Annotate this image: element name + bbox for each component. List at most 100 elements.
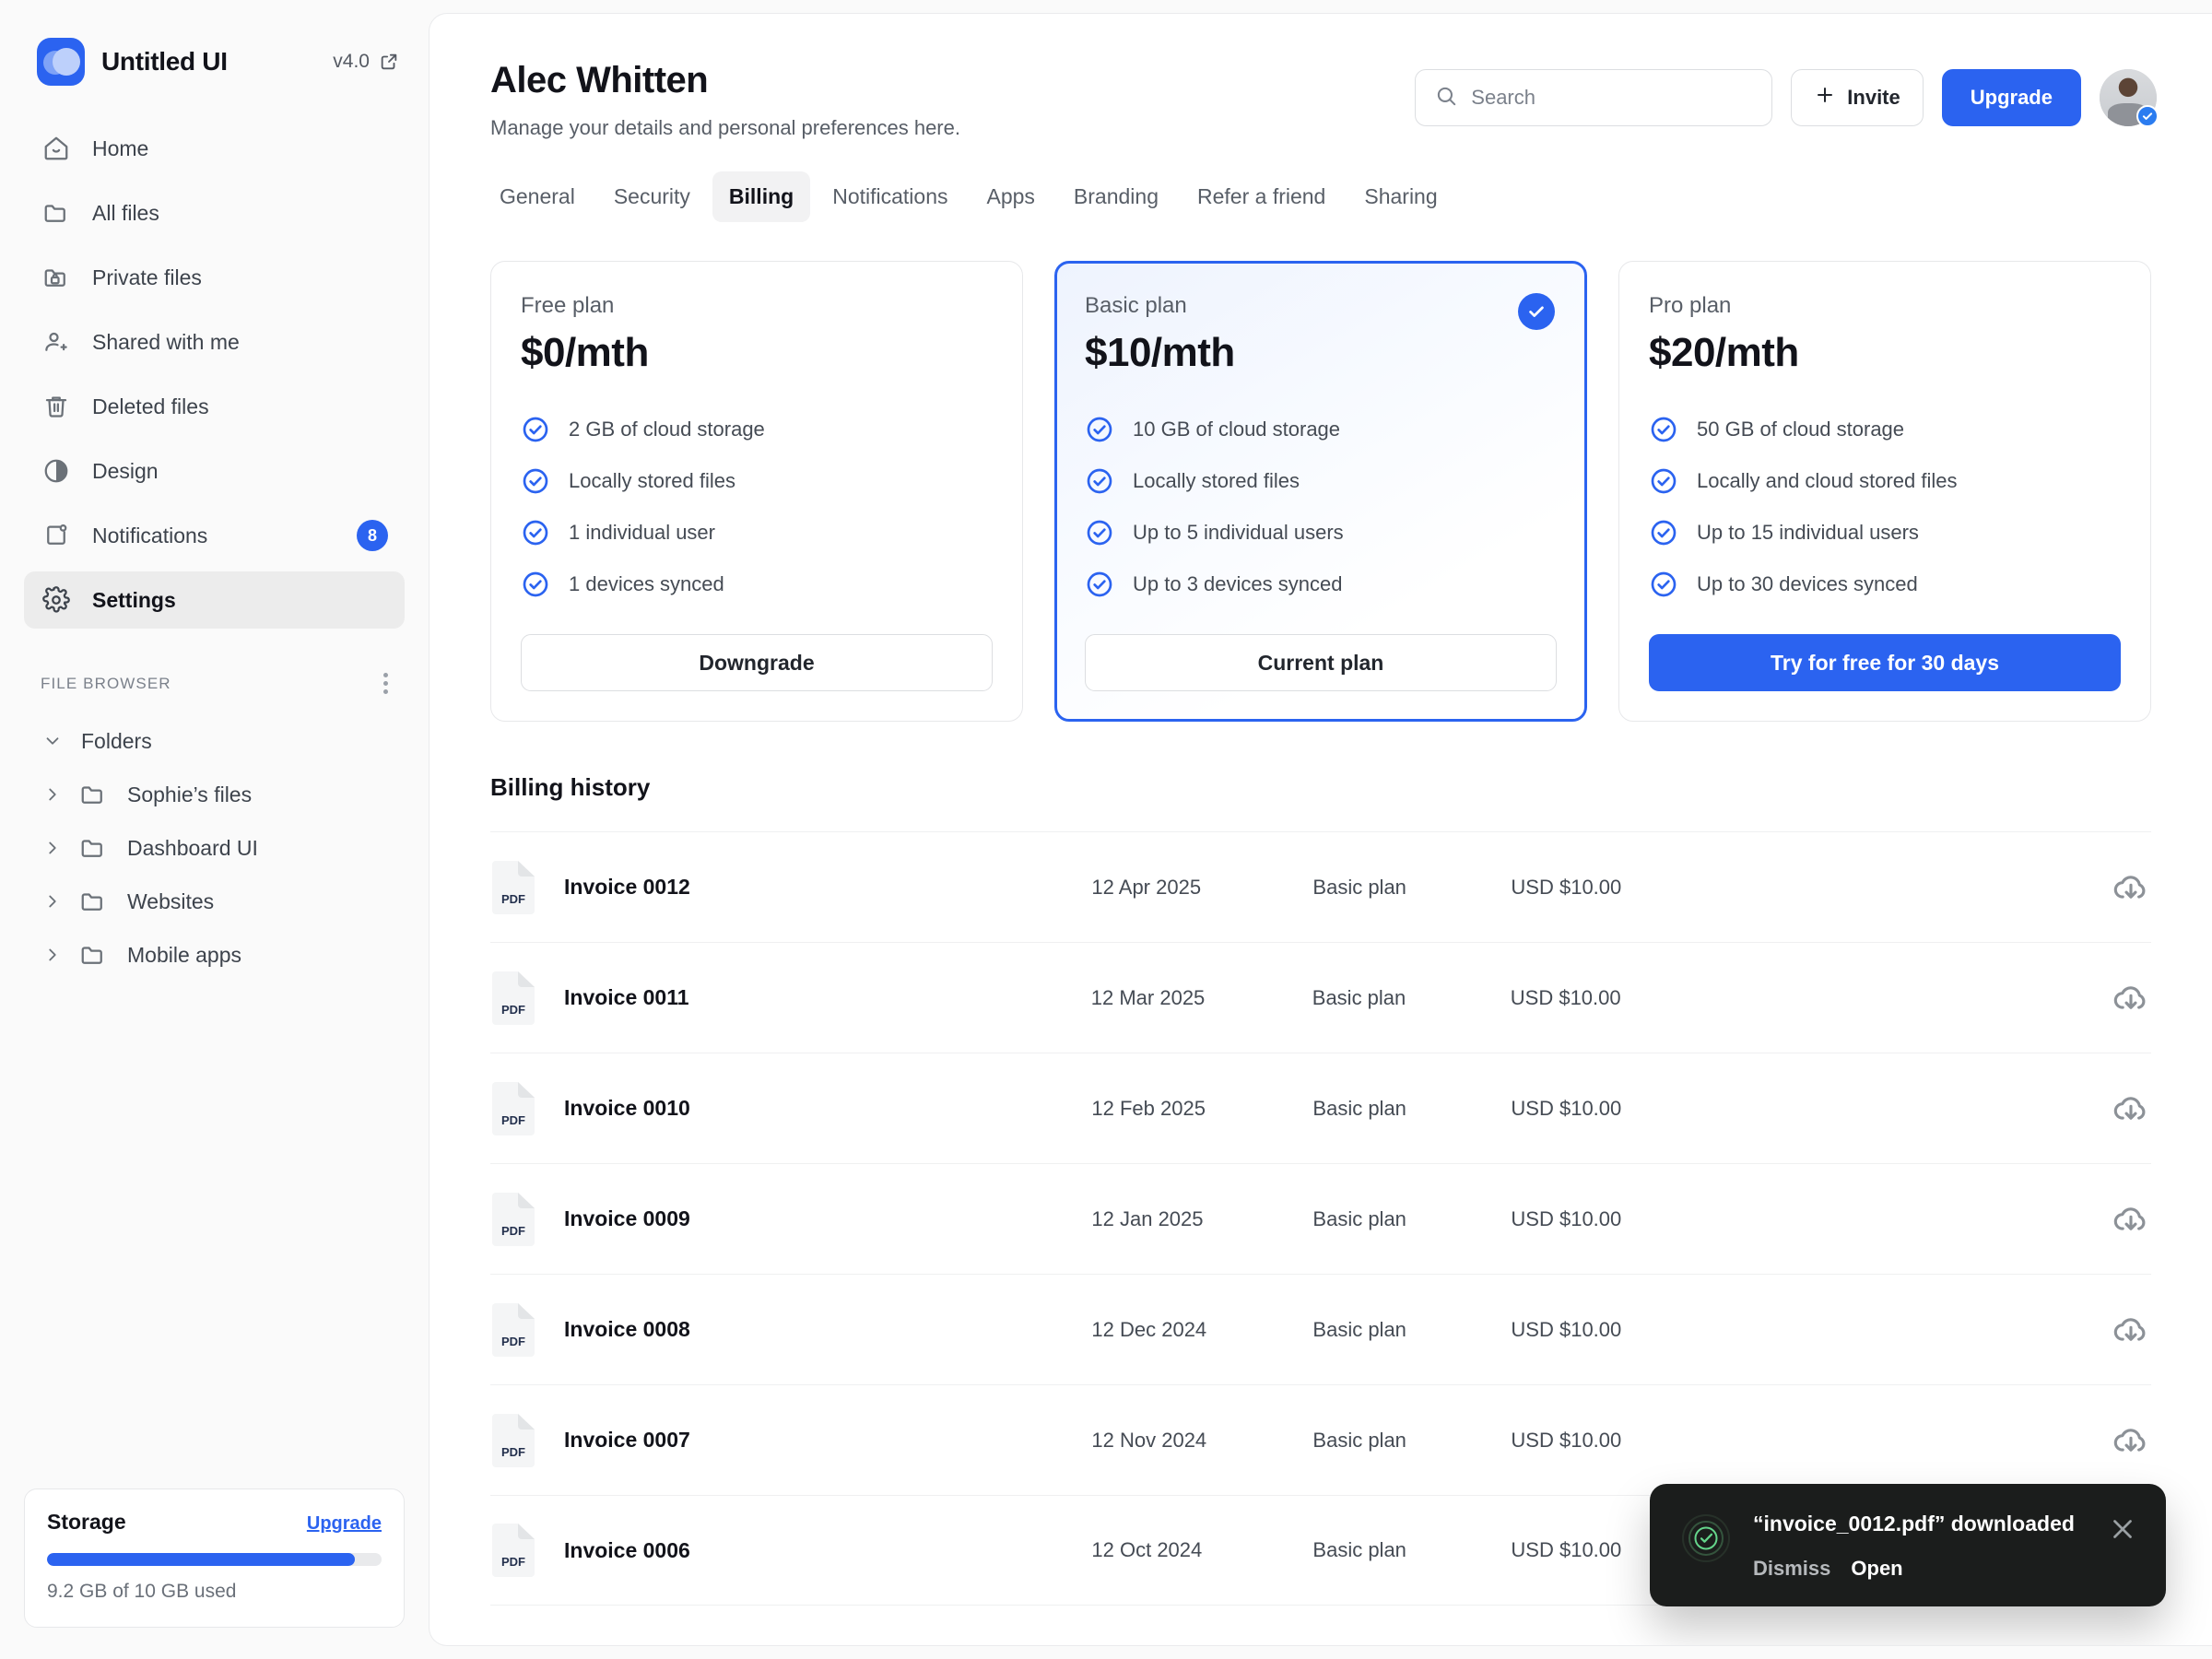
avatar[interactable] xyxy=(2100,69,2159,127)
svg-text:PDF: PDF xyxy=(501,892,525,906)
toast-message: “invoice_0012.pdf” downloaded xyxy=(1753,1512,2075,1535)
page-header: Alec Whitten Manage your details and per… xyxy=(429,14,2212,140)
page-subtitle: Manage your details and personal prefere… xyxy=(490,116,960,139)
toast-dismiss-button[interactable]: Dismiss xyxy=(1753,1557,1830,1581)
plan-feature-label: Locally and cloud stored files xyxy=(1697,469,1958,492)
plan-feature-label: 10 GB of cloud storage xyxy=(1133,418,1341,441)
pdf-file-icon: PDF xyxy=(490,1191,536,1248)
chevron-right-icon xyxy=(41,945,65,965)
upgrade-button[interactable]: Upgrade xyxy=(1941,69,2081,126)
invoice-plan: Basic plan xyxy=(1312,1096,1406,1120)
storage-used-text: 9.2 GB of 10 GB used xyxy=(47,1581,237,1602)
tree-item-websites[interactable]: Websites xyxy=(24,875,405,928)
invoice-name: Invoice 0007 xyxy=(564,1428,690,1452)
plan-feature-label: 1 individual user xyxy=(569,521,715,544)
plan-feature: Up to 15 individual users xyxy=(1649,507,2121,559)
plan-feature: 10 GB of cloud storage xyxy=(1085,404,1557,455)
tree-item-label: Sophie’s files xyxy=(127,782,253,806)
download-cloud-icon[interactable] xyxy=(2111,978,2151,1018)
download-cloud-icon[interactable] xyxy=(2111,1199,2151,1240)
download-cloud-icon[interactable] xyxy=(2111,1420,2151,1461)
tab-notifications[interactable]: Notifications xyxy=(816,171,964,222)
sidebar-item-private-files[interactable]: Private files xyxy=(24,249,405,306)
plan-feature: Locally and cloud stored files xyxy=(1649,455,2121,507)
tree-group-folders[interactable]: Folders xyxy=(24,714,405,768)
tab-branding[interactable]: Branding xyxy=(1057,171,1175,222)
sidebar-item-shared-with-me[interactable]: Shared with me xyxy=(24,313,405,371)
tab-general[interactable]: General xyxy=(483,171,592,222)
main-panel: Alec Whitten Manage your details and per… xyxy=(429,13,2212,1646)
plan-price: $10/mth xyxy=(1085,330,1235,375)
sidebar-item-label: Notifications xyxy=(92,523,208,547)
bell-dot-icon xyxy=(41,520,72,551)
table-row[interactable]: PDF Invoice 0010 12 Feb 2025 Basic plan USD … xyxy=(490,1053,2151,1163)
tab-security[interactable]: Security xyxy=(597,171,707,222)
invoice-amount: USD $10.00 xyxy=(1511,1428,1622,1452)
invite-button[interactable]: Invite xyxy=(1791,69,1924,126)
folder-icon xyxy=(79,941,109,969)
plan-feature-label: Locally stored files xyxy=(569,469,735,492)
table-row[interactable]: PDF Invoice 0008 12 Dec 2024 Basic plan USD … xyxy=(490,1274,2151,1384)
invoice-amount: USD $10.00 xyxy=(1510,985,1621,1009)
download-cloud-icon[interactable] xyxy=(2111,1310,2151,1350)
plan-feature-label: 1 devices synced xyxy=(569,572,724,595)
tree-item-sophies-files[interactable]: Sophie’s files xyxy=(24,768,405,821)
tab-billing[interactable]: Billing xyxy=(712,171,811,222)
plan-feature-label: Up to 3 devices synced xyxy=(1133,572,1343,595)
tab-refer-a-friend[interactable]: Refer a friend xyxy=(1181,171,1342,222)
sidebar-item-deleted-files[interactable]: Deleted files xyxy=(24,378,405,435)
plan-card-free[interactable]: Free plan $0/mth 2 GB of cloud storage L… xyxy=(490,261,1023,722)
header-actions: Search Invite Upgrade xyxy=(1415,60,2159,127)
svg-text:PDF: PDF xyxy=(501,1113,525,1127)
close-icon[interactable] xyxy=(2107,1513,2138,1545)
dots-vertical-icon[interactable] xyxy=(383,673,388,694)
storage-upgrade-link[interactable]: Upgrade xyxy=(307,1513,382,1535)
plan-card-pro[interactable]: Pro plan $20/mth 50 GB of cloud storage … xyxy=(1618,261,2151,722)
sidebar: Untitled UI v4.0 Home All files Private … xyxy=(0,0,429,1659)
toast-open-button[interactable]: Open xyxy=(1851,1557,1902,1581)
invoice-amount: USD $10.00 xyxy=(1511,875,1622,899)
user-plus-icon xyxy=(41,326,72,358)
invoice-amount: USD $10.00 xyxy=(1511,1206,1622,1230)
tree-item-dashboard-ui[interactable]: Dashboard UI xyxy=(24,821,405,875)
plan-feature-label: Up to 15 individual users xyxy=(1697,521,1919,544)
current-plan-button[interactable]: Current plan xyxy=(1085,634,1557,691)
table-row[interactable]: PDF Invoice 0007 12 Nov 2024 Basic plan USD … xyxy=(490,1384,2151,1495)
plan-feature-label: Up to 30 devices synced xyxy=(1697,572,1918,595)
home-icon xyxy=(41,133,72,164)
table-row[interactable]: PDF Invoice 0009 12 Jan 2025 Basic plan USD … xyxy=(490,1163,2151,1274)
search-input[interactable]: Search xyxy=(1415,69,1773,126)
invite-label: Invite xyxy=(1847,86,1900,109)
file-browser-header: FILE BROWSER xyxy=(0,649,429,694)
table-row[interactable]: PDF Invoice 0012 12 Apr 2025 Basic plan USD … xyxy=(490,831,2151,942)
sidebar-item-all-files[interactable]: All files xyxy=(24,184,405,241)
sidebar-item-settings[interactable]: Settings xyxy=(24,571,405,629)
svg-text:PDF: PDF xyxy=(501,1335,525,1348)
plan-card-basic[interactable]: Basic plan $10/mth 10 GB of cloud storag… xyxy=(1054,261,1587,722)
tab-sharing[interactable]: Sharing xyxy=(1347,171,1453,222)
page-title: Alec Whitten xyxy=(490,60,709,100)
check-circle-icon xyxy=(1649,570,1678,599)
svg-text:PDF: PDF xyxy=(501,1555,525,1569)
tree-item-mobile-apps[interactable]: Mobile apps xyxy=(24,928,405,982)
invoice-plan: Basic plan xyxy=(1312,1206,1406,1230)
folder-tree: Folders Sophie’s files Dashboard UI Webs… xyxy=(0,694,429,982)
download-cloud-icon[interactable] xyxy=(2111,867,2151,908)
check-circle-icon xyxy=(1649,518,1678,547)
contrast-circle-icon xyxy=(41,455,72,487)
sidebar-item-home[interactable]: Home xyxy=(24,120,405,177)
invoice-date: 12 Feb 2025 xyxy=(1091,1096,1206,1120)
download-cloud-icon[interactable] xyxy=(2111,1088,2151,1129)
downgrade-button[interactable]: Downgrade xyxy=(521,634,993,691)
sidebar-item-design[interactable]: Design xyxy=(24,442,405,500)
tab-apps[interactable]: Apps xyxy=(970,171,1051,222)
folder-icon xyxy=(79,781,109,808)
sidebar-item-notifications[interactable]: Notifications 8 xyxy=(24,507,405,564)
try-free-button[interactable]: Try for free for 30 days xyxy=(1649,634,2121,691)
external-link-icon[interactable] xyxy=(379,52,399,72)
pdf-file-icon: PDF xyxy=(490,1080,536,1137)
table-row[interactable]: PDF Invoice 0011 12 Mar 2025 Basic plan USD … xyxy=(490,942,2151,1053)
invoice-plan: Basic plan xyxy=(1312,985,1406,1009)
plan-feature: Up to 30 devices synced xyxy=(1649,559,2121,610)
folder-icon xyxy=(79,888,109,915)
